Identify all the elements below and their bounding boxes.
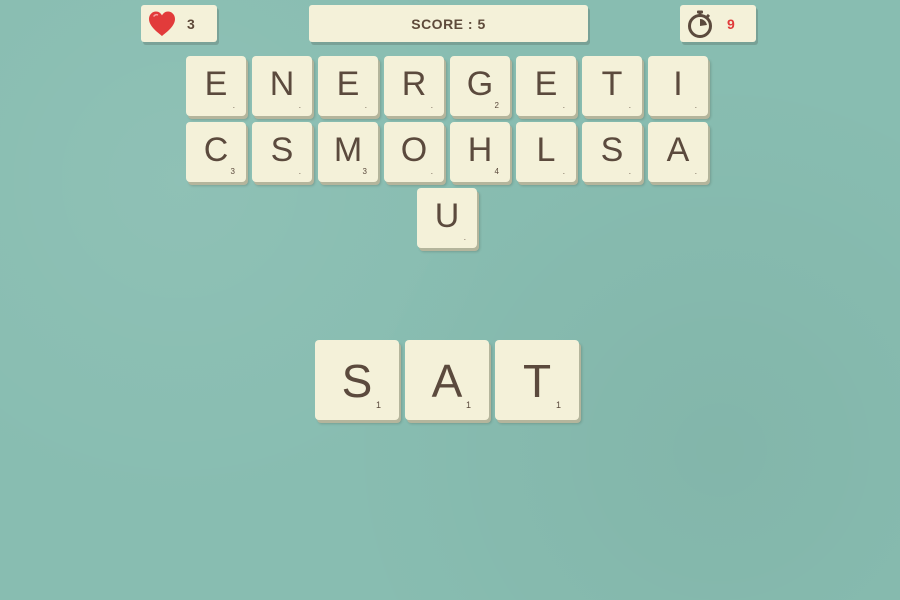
tile-letter: S <box>341 355 373 407</box>
tile-points: . <box>364 101 367 110</box>
tile-letter: E <box>204 65 228 103</box>
tile-letter: L <box>536 131 556 169</box>
tile-points: . <box>694 101 697 110</box>
tile-points: 4 <box>494 167 499 176</box>
tile-letter: H <box>467 131 493 169</box>
score-display: SCORE : 5 <box>411 15 486 32</box>
letter-tile-16[interactable]: U. <box>417 188 477 248</box>
lives-panel: 3 <box>141 5 217 42</box>
letter-tile-6[interactable]: T. <box>582 56 642 116</box>
tile-points: 1 <box>555 400 561 410</box>
tile-letter: G <box>466 65 494 103</box>
timer-count: 9 <box>727 15 735 32</box>
tile-points: 1 <box>465 400 471 410</box>
tile-letter: T <box>522 355 552 407</box>
tile-points: . <box>298 167 301 176</box>
tile-letter: E <box>534 65 558 103</box>
letter-tile-14[interactable]: S. <box>582 122 642 182</box>
letter-tile-0[interactable]: E. <box>186 56 246 116</box>
tile-points: 1 <box>375 400 381 410</box>
letter-tile-8[interactable]: C3 <box>186 122 246 182</box>
letter-tile-11[interactable]: O. <box>384 122 444 182</box>
letter-tile-5[interactable]: E. <box>516 56 576 116</box>
letter-tile-10[interactable]: M3 <box>318 122 378 182</box>
tile-letter: T <box>601 65 623 103</box>
heart-icon <box>147 10 177 38</box>
tile-letter: R <box>401 65 427 103</box>
tile-letter: C <box>203 131 229 169</box>
letter-tile-9[interactable]: S. <box>252 122 312 182</box>
tile-points: . <box>232 101 235 110</box>
letter-tile-1[interactable]: N. <box>252 56 312 116</box>
tile-letter: A <box>666 131 690 169</box>
tile-points: 2 <box>494 101 499 110</box>
stopwatch-icon <box>685 9 715 39</box>
tile-letter: U <box>434 197 460 235</box>
letter-tile-4[interactable]: G2 <box>450 56 510 116</box>
tile-points: 3 <box>362 167 367 176</box>
tile-letter: I <box>673 65 683 103</box>
letter-tile-15[interactable]: A. <box>648 122 708 182</box>
tile-letter: S <box>600 131 624 169</box>
lives-count: 3 <box>187 15 195 32</box>
tile-points: . <box>562 101 565 110</box>
tile-letter: E <box>336 65 360 103</box>
tile-letter: N <box>269 65 295 103</box>
tile-points: 3 <box>230 167 235 176</box>
word-tile-0[interactable]: S1 <box>315 340 399 420</box>
word-tile-1[interactable]: A1 <box>405 340 489 420</box>
tile-letter: O <box>400 131 428 169</box>
letter-tile-7[interactable]: I. <box>648 56 708 116</box>
tile-points: . <box>694 167 697 176</box>
tile-points: . <box>463 233 466 242</box>
letter-tile-3[interactable]: R. <box>384 56 444 116</box>
tile-points: . <box>628 167 631 176</box>
timer-panel: 9 <box>680 5 756 42</box>
tile-letter: S <box>270 131 294 169</box>
tile-points: . <box>298 101 301 110</box>
letter-tile-13[interactable]: L. <box>516 122 576 182</box>
tile-points: . <box>430 167 433 176</box>
letter-tile-12[interactable]: H4 <box>450 122 510 182</box>
word-tile-2[interactable]: T1 <box>495 340 579 420</box>
letter-tile-2[interactable]: E. <box>318 56 378 116</box>
tile-points: . <box>430 101 433 110</box>
tile-points: . <box>628 101 631 110</box>
tile-points: . <box>562 167 565 176</box>
tile-letter: M <box>333 131 363 169</box>
tile-letter: A <box>431 355 463 407</box>
score-panel: SCORE : 5 <box>309 5 588 42</box>
